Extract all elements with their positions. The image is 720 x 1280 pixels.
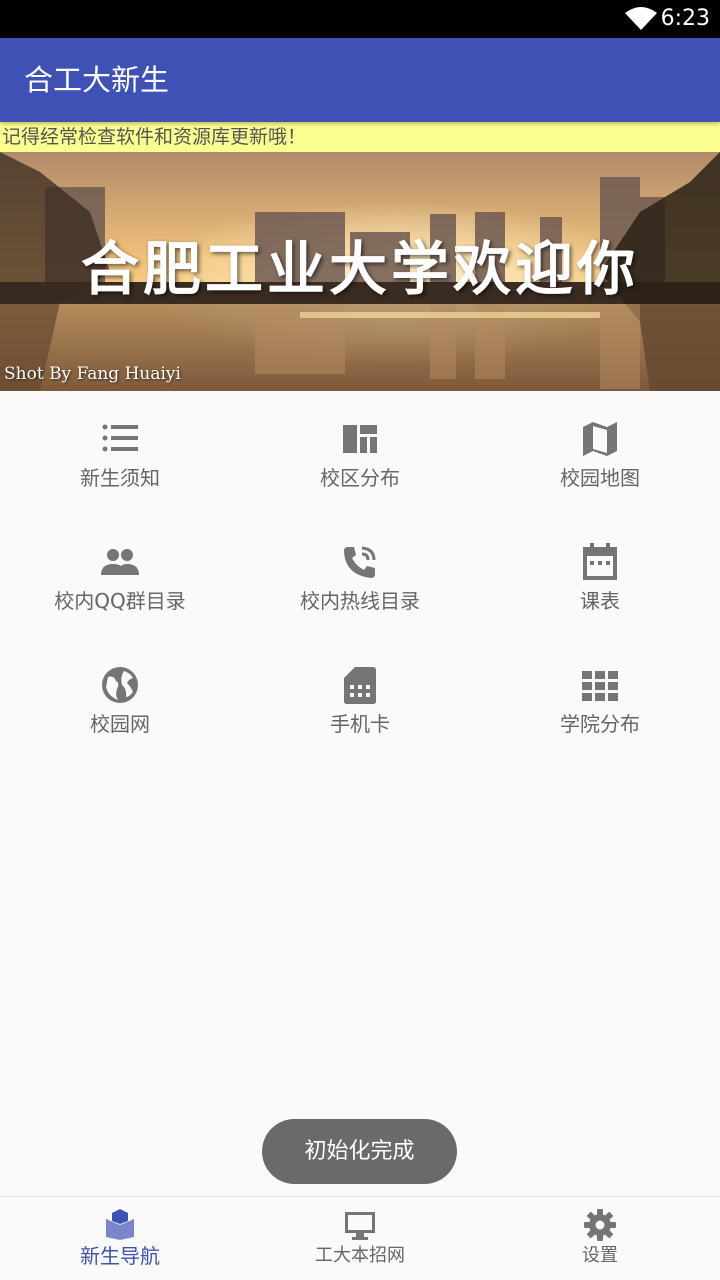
nav-tab-admissions-site[interactable]: 工大本招网 [240, 1197, 480, 1280]
book-icon [106, 1209, 134, 1240]
apps-grid-icon [582, 671, 618, 701]
grid-item-campus-distribution[interactable]: 校区分布 [240, 391, 480, 514]
status-bar: 6:23 [0, 0, 720, 38]
grid-item-label: 学院分布 [560, 712, 640, 736]
photo-credit: Shot By Fang Huaiyi [4, 364, 181, 384]
nav-tab-label: 新生导航 [80, 1244, 160, 1268]
app-title: 合工大新生 [24, 63, 170, 97]
grid-item-colleges[interactable]: 学院分布 [480, 637, 720, 760]
nav-tab-label: 设置 [582, 1245, 618, 1266]
nav-tab-freshman-guide[interactable]: 新生导航 [0, 1197, 240, 1280]
update-notice: 记得经常检查软件和资源库更新哦！ [0, 122, 720, 152]
welcome-banner: 合肥工业大学欢迎你 Shot By Fang Huaiyi [0, 152, 720, 391]
status-time: 6:23 [660, 6, 710, 31]
gear-icon [584, 1209, 616, 1241]
grid-item-label: 新生须知 [80, 466, 160, 490]
grid-item-campus-map[interactable]: 校园地图 [480, 391, 720, 514]
list-icon [102, 424, 138, 452]
dashboard-icon [343, 425, 377, 453]
grid-item-campus-network[interactable]: 校园网 [0, 637, 240, 760]
grid-item-label: 校内热线目录 [300, 589, 420, 613]
grid-item-label: 手机卡 [330, 712, 390, 736]
grid-item-label: 校园网 [90, 712, 150, 736]
grid-item-freshman-notice[interactable]: 新生须知 [0, 391, 240, 514]
wifi-icon [625, 7, 657, 30]
nav-tab-settings[interactable]: 设置 [480, 1197, 720, 1280]
globe-icon [102, 667, 138, 703]
grid-item-label: 校内QQ群目录 [54, 589, 186, 613]
grid-item-label: 课表 [580, 589, 620, 613]
grid-item-timetable[interactable]: 课表 [480, 514, 720, 637]
monitor-icon [345, 1212, 375, 1240]
toast-message: 初始化完成 [262, 1119, 457, 1184]
app-bar: 合工大新生 [0, 38, 720, 122]
map-icon [583, 422, 617, 456]
bottom-navigation: 新生导航 工大本招网 设置 [0, 1196, 720, 1280]
grid-item-sim-card[interactable]: 手机卡 [240, 637, 480, 760]
grid-item-qq-groups[interactable]: 校内QQ群目录 [0, 514, 240, 637]
banner-headline: 合肥工业大学欢迎你 [80, 235, 639, 303]
nav-tab-label: 工大本招网 [315, 1245, 405, 1266]
grid-item-label: 校园地图 [560, 466, 640, 490]
grid-item-label: 校区分布 [320, 466, 400, 490]
calendar-icon [583, 543, 617, 580]
people-icon [101, 549, 139, 575]
sim-card-icon [344, 667, 376, 704]
phone-in-talk-icon [344, 546, 376, 578]
grid-item-hotline[interactable]: 校内热线目录 [240, 514, 480, 637]
